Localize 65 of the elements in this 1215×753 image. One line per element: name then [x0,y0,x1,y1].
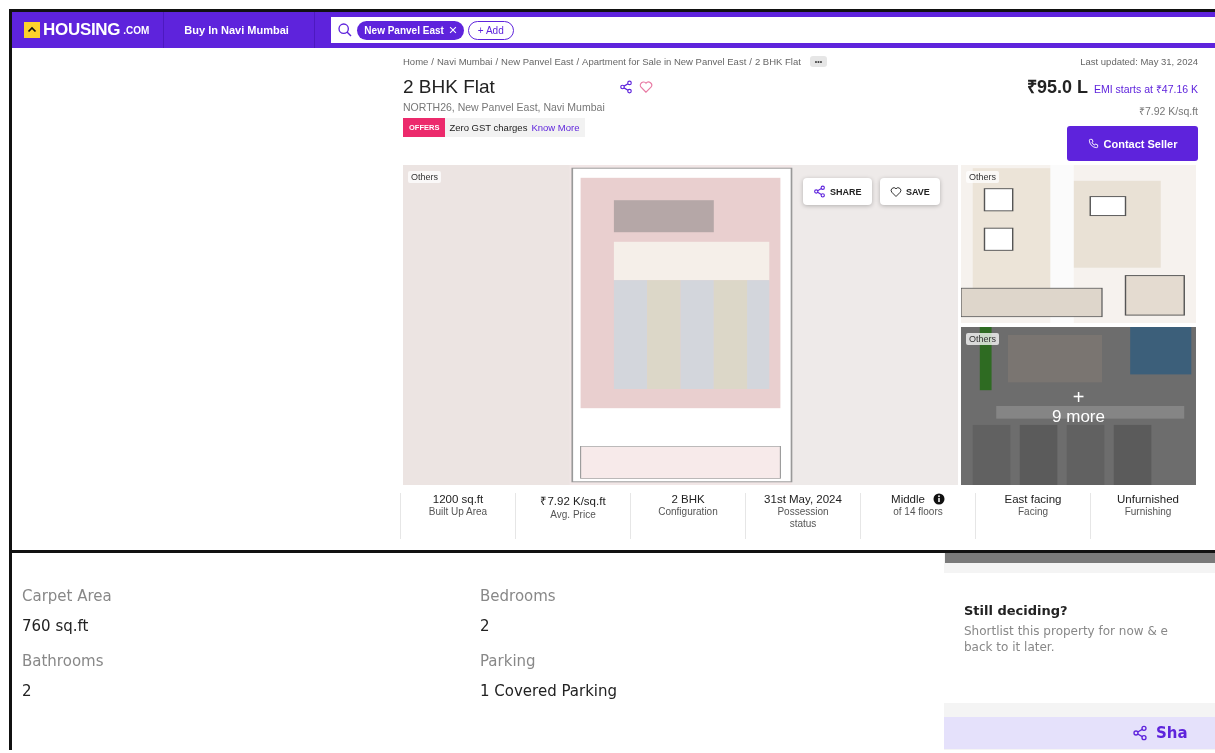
price-per-sqft: ₹7.92 K/sq.ft [1138,104,1198,118]
photo-tag: Others [966,171,999,183]
shortlist-text: Shortlist this property for now & e back to it later. [964,624,1169,656]
stat-label: Furnishing [1123,506,1173,518]
stat-label: Avg. Price [549,509,597,521]
offer-text: Zero GST charges [449,122,528,133]
contact-seller-button[interactable]: Contact Seller [1067,126,1198,161]
share-icon[interactable] [618,80,633,94]
photo-tag: Others [966,333,999,345]
detail-label: Bedrooms [480,587,557,605]
stat-value: 1200 sq.ft [432,493,484,505]
share-button[interactable]: Sha [944,717,1215,749]
address: NORTH26, New Panvel East, Navi Mumbai [403,101,606,113]
location-menu[interactable]: Buy In Navi Mumbai [164,12,316,48]
share-button[interactable]: SHARE [803,178,872,205]
breadcrumb-link[interactable]: Apartment for Sale in New Panvel East [582,55,747,67]
phone-icon [1087,138,1099,149]
stat-label: Built Up Area [427,506,489,518]
logo-text: HOUSING [43,20,121,40]
last-updated: Last updated: May 31, 2024 [1080,55,1198,67]
info-icon[interactable] [932,493,945,505]
breadcrumb-link[interactable]: Navi Mumbai [437,55,493,67]
share-icon [813,185,826,198]
breadcrumb-separator: / [749,55,752,67]
detail-value: 760 sq.ft [22,617,90,635]
detail-value: 1 Covered Parking [480,682,619,700]
heart-icon [890,185,902,198]
stat-label: of 14 floors [892,506,944,518]
heart-icon[interactable] [638,80,653,94]
add-button[interactable]: + Add [467,20,514,40]
share-icon [1132,725,1148,741]
breadcrumb-separator: / [495,55,499,67]
breadcrumb-separator: / [431,55,434,67]
card-title: Still deciding? [964,603,1069,618]
location-chip[interactable]: New Panvel East [357,20,464,40]
breadcrumb-link[interactable]: 2 BHK Flat [754,55,801,67]
stat-value: Middle [891,493,925,505]
breadcrumb-separator: / [576,55,580,67]
detail-label: Carpet Area [22,587,113,605]
stat-label: Configuration [657,506,719,518]
logo-suffix: .COM [123,24,150,36]
know-more-link[interactable]: Know More [531,122,580,133]
logo-icon [24,22,40,38]
detail-value: 2 [22,682,33,700]
price: ₹95.0 L [1026,76,1088,98]
search-icon [337,22,354,38]
stat-label: Possession status [776,506,830,530]
breadcrumb-link[interactable]: Home [403,55,429,67]
emi-link[interactable]: EMI starts at ₹47.16 K [1093,82,1198,96]
stat-value: Unfurnished [1117,493,1179,505]
close-icon[interactable] [447,25,458,35]
photo-tag: Others [408,171,441,183]
search-bar[interactable]: New Panvel East + Add [331,17,1215,43]
stat-value: ₹7.92 K/sq.ft [540,494,606,508]
stat-value: 2 BHK [671,493,705,505]
detail-label: Parking [480,652,537,670]
listing-title: 2 BHK Flat [403,76,495,98]
save-button[interactable]: SAVE [880,178,940,205]
more-photos-link[interactable]: + 9 more [1052,385,1105,427]
detail-label: Bathrooms [22,652,105,670]
detail-value: 2 [480,617,491,635]
stat-label: Facing [1017,506,1049,518]
stat-value: 31st May, 2024 [764,493,842,505]
breadcrumb-link[interactable]: New Panvel East [501,55,574,67]
stat-value: East facing [1004,493,1062,505]
